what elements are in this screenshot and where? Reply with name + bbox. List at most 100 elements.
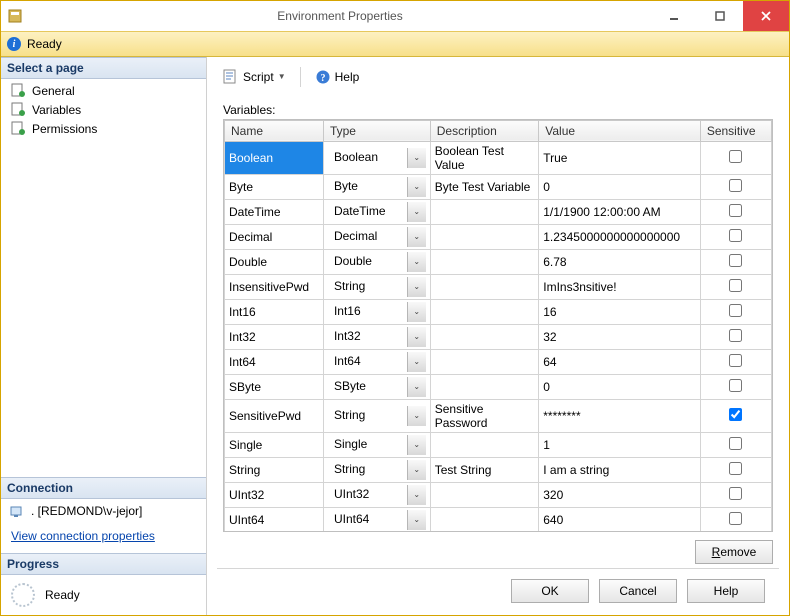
cell-type[interactable]: Double⌄ bbox=[323, 249, 430, 274]
cell-description[interactable]: Sensitive Password bbox=[430, 399, 539, 432]
sensitive-checkbox[interactable] bbox=[729, 487, 742, 500]
cell-value[interactable]: I am a string bbox=[539, 457, 701, 482]
cell-name[interactable]: Boolean bbox=[225, 141, 324, 174]
cell-description[interactable] bbox=[430, 374, 539, 399]
cell-sensitive[interactable] bbox=[700, 224, 771, 249]
col-name[interactable]: Name bbox=[225, 120, 324, 141]
cell-name[interactable]: SensitivePwd bbox=[225, 399, 324, 432]
sensitive-checkbox[interactable] bbox=[729, 279, 742, 292]
table-row[interactable]: StringString⌄Test StringI am a string bbox=[225, 457, 772, 482]
cell-value[interactable]: 0 bbox=[539, 374, 701, 399]
cell-description[interactable] bbox=[430, 249, 539, 274]
type-dropdown-button[interactable]: ⌄ bbox=[407, 406, 426, 426]
col-desc[interactable]: Description bbox=[430, 120, 539, 141]
cell-type[interactable]: Int32⌄ bbox=[323, 324, 430, 349]
cell-description[interactable] bbox=[430, 199, 539, 224]
cell-name[interactable]: Double bbox=[225, 249, 324, 274]
minimize-button[interactable] bbox=[651, 1, 697, 31]
type-dropdown-button[interactable]: ⌄ bbox=[407, 327, 426, 347]
variables-grid[interactable]: Name Type Description Value Sensitive Bo… bbox=[223, 119, 773, 532]
cell-sensitive[interactable] bbox=[700, 457, 771, 482]
script-dropdown-button[interactable]: Script ▼ bbox=[219, 67, 290, 87]
type-dropdown-button[interactable]: ⌄ bbox=[407, 302, 426, 322]
cell-sensitive[interactable] bbox=[700, 141, 771, 174]
sensitive-checkbox[interactable] bbox=[729, 304, 742, 317]
cell-name[interactable]: Int64 bbox=[225, 349, 324, 374]
cell-sensitive[interactable] bbox=[700, 174, 771, 199]
table-row[interactable]: DecimalDecimal⌄1.2345000000000000000 bbox=[225, 224, 772, 249]
table-row[interactable]: DateTimeDateTime⌄ 1/1/1900 12:00:00 AM bbox=[225, 199, 772, 224]
cell-description[interactable]: Byte Test Variable bbox=[430, 174, 539, 199]
cell-name[interactable]: Byte bbox=[225, 174, 324, 199]
type-dropdown-button[interactable]: ⌄ bbox=[407, 485, 426, 505]
sensitive-checkbox[interactable] bbox=[729, 354, 742, 367]
table-row[interactable]: InsensitivePwdString⌄ImIns3nsitive! bbox=[225, 274, 772, 299]
sensitive-checkbox[interactable] bbox=[729, 229, 742, 242]
maximize-button[interactable] bbox=[697, 1, 743, 31]
table-row[interactable]: SensitivePwdString⌄Sensitive Password***… bbox=[225, 399, 772, 432]
type-dropdown-button[interactable]: ⌄ bbox=[407, 377, 426, 397]
sensitive-checkbox[interactable] bbox=[729, 204, 742, 217]
cell-name[interactable]: DateTime bbox=[225, 199, 324, 224]
cell-description[interactable] bbox=[430, 482, 539, 507]
table-row[interactable]: SByteSByte⌄0 bbox=[225, 374, 772, 399]
cell-value[interactable]: 320 bbox=[539, 482, 701, 507]
table-row[interactable]: DoubleDouble⌄ 6.78 bbox=[225, 249, 772, 274]
cell-description[interactable] bbox=[430, 507, 539, 532]
cell-name[interactable]: Single bbox=[225, 432, 324, 457]
sensitive-checkbox[interactable] bbox=[729, 179, 742, 192]
connection-item[interactable]: . [REDMOND\v-jejor] bbox=[1, 499, 206, 523]
cell-sensitive[interactable] bbox=[700, 399, 771, 432]
table-row[interactable]: Int32Int32⌄32 bbox=[225, 324, 772, 349]
sensitive-checkbox[interactable] bbox=[729, 329, 742, 342]
cell-value[interactable]: 32 bbox=[539, 324, 701, 349]
cell-type[interactable]: String⌄ bbox=[323, 399, 430, 432]
table-row[interactable]: BooleanBoolean⌄Boolean Test ValueTrue bbox=[225, 141, 772, 174]
cell-type[interactable]: SByte⌄ bbox=[323, 374, 430, 399]
cell-value[interactable]: 1/1/1900 12:00:00 AM bbox=[539, 199, 701, 224]
type-dropdown-button[interactable]: ⌄ bbox=[407, 148, 426, 168]
cell-description[interactable]: Test String bbox=[430, 457, 539, 482]
cell-type[interactable]: UInt32⌄ bbox=[323, 482, 430, 507]
sensitive-checkbox[interactable] bbox=[729, 254, 742, 267]
cell-value[interactable]: 64 bbox=[539, 349, 701, 374]
cell-type[interactable]: Byte⌄ bbox=[323, 174, 430, 199]
col-type[interactable]: Type bbox=[323, 120, 430, 141]
table-row[interactable]: Int16Int16⌄ 16 bbox=[225, 299, 772, 324]
cell-value[interactable]: 16 bbox=[539, 299, 701, 324]
cell-type[interactable]: Single⌄ bbox=[323, 432, 430, 457]
cell-value[interactable]: 6.78 bbox=[539, 249, 701, 274]
cell-type[interactable]: Int16⌄ bbox=[323, 299, 430, 324]
table-row[interactable]: ByteByte⌄Byte Test Variable0 bbox=[225, 174, 772, 199]
cell-sensitive[interactable] bbox=[700, 507, 771, 532]
cell-type[interactable]: Decimal⌄ bbox=[323, 224, 430, 249]
close-button[interactable] bbox=[743, 1, 789, 31]
sensitive-checkbox[interactable] bbox=[729, 512, 742, 525]
help-button[interactable]: ? Help bbox=[311, 67, 364, 87]
cell-type[interactable]: String⌄ bbox=[323, 274, 430, 299]
ok-button[interactable]: OK bbox=[511, 579, 589, 603]
cell-sensitive[interactable] bbox=[700, 482, 771, 507]
cell-value[interactable]: True bbox=[539, 141, 701, 174]
cell-name[interactable]: String bbox=[225, 457, 324, 482]
type-dropdown-button[interactable]: ⌄ bbox=[407, 352, 426, 372]
sidebar-item-general[interactable]: General bbox=[1, 81, 206, 100]
cell-type[interactable]: Boolean⌄ bbox=[323, 141, 430, 174]
sidebar-item-variables[interactable]: Variables bbox=[1, 100, 206, 119]
type-dropdown-button[interactable]: ⌄ bbox=[407, 510, 426, 530]
type-dropdown-button[interactable]: ⌄ bbox=[407, 435, 426, 455]
cell-name[interactable]: Int16 bbox=[225, 299, 324, 324]
sensitive-checkbox[interactable] bbox=[729, 462, 742, 475]
cell-value[interactable]: 1.2345000000000000000 bbox=[539, 224, 701, 249]
table-row[interactable]: SingleSingle⌄1 bbox=[225, 432, 772, 457]
cell-description[interactable] bbox=[430, 274, 539, 299]
view-connection-properties-link[interactable]: View connection properties bbox=[1, 523, 206, 553]
cell-sensitive[interactable] bbox=[700, 349, 771, 374]
cell-name[interactable]: UInt32 bbox=[225, 482, 324, 507]
cell-type[interactable]: DateTime⌄ bbox=[323, 199, 430, 224]
help-footer-button[interactable]: Help bbox=[687, 579, 765, 603]
cell-sensitive[interactable] bbox=[700, 324, 771, 349]
table-row[interactable]: UInt64UInt64⌄640 bbox=[225, 507, 772, 532]
type-dropdown-button[interactable]: ⌄ bbox=[407, 252, 426, 272]
sidebar-item-permissions[interactable]: Permissions bbox=[1, 119, 206, 138]
